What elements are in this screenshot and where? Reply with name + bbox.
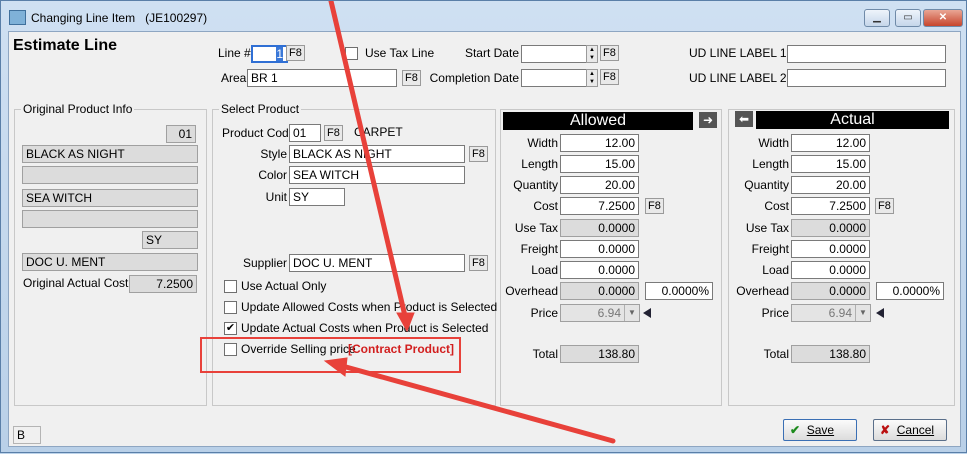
annotation-arrow-left	[343, 364, 616, 444]
annotation-arrows	[323, 1, 616, 444]
annotation-arrow-down	[328, 1, 408, 319]
annotation-arrowhead-left	[323, 357, 348, 377]
dialog-window: Changing Line Item (JE100297) ▁ ▭ ✕ Esti…	[0, 0, 967, 453]
annotation-arrowhead-down	[396, 312, 415, 333]
